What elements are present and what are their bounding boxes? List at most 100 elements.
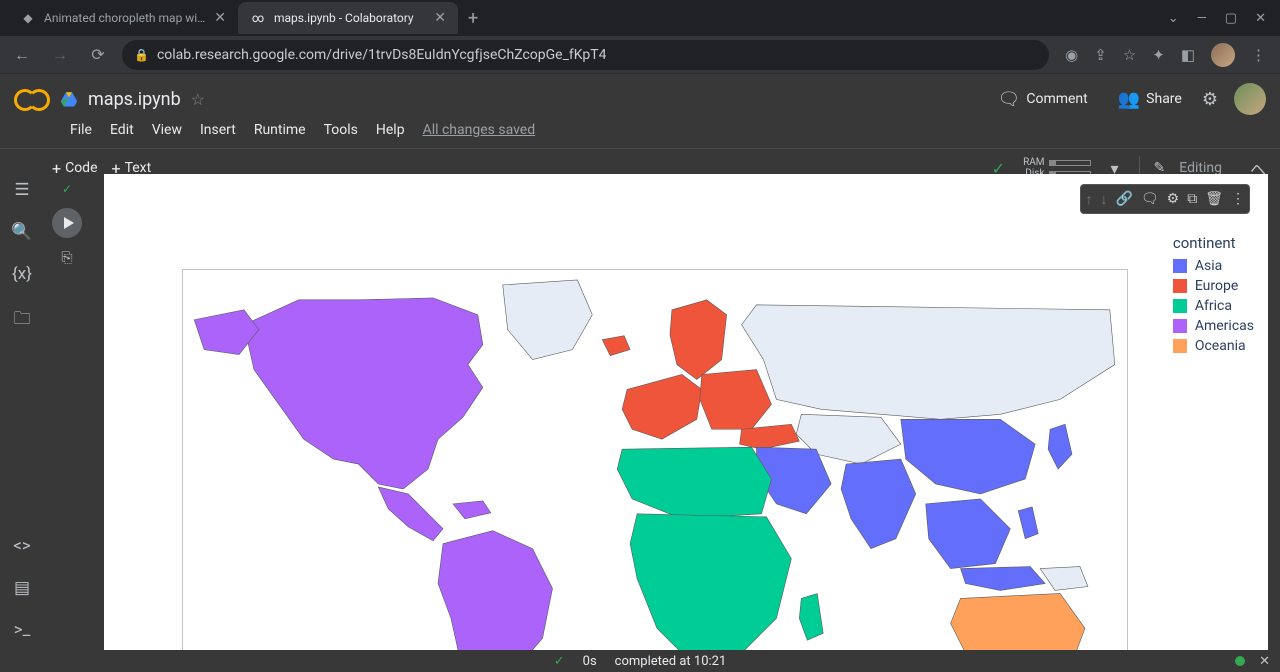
menu-edit[interactable]: Edit [110,122,134,138]
cell-status-check-icon: ✓ [62,182,72,196]
legend-label: Europe [1195,276,1238,296]
window-dropdown-icon[interactable]: ⌄ [1168,11,1179,26]
settings-gear-icon[interactable]: ⚙ [1202,89,1218,110]
account-avatar[interactable] [1234,83,1266,115]
close-status-icon[interactable]: ✕ [1259,654,1270,669]
legend-item-americas[interactable]: Americas [1173,316,1254,336]
cell-more-icon[interactable]: ⋮ [1231,191,1245,207]
legend-label: Africa [1195,296,1232,316]
delete-cell-icon[interactable]: 🗑 [1205,191,1223,207]
close-tab-icon[interactable]: ✕ [434,10,446,26]
menu-tools[interactable]: Tools [324,122,358,138]
window-controls: ⌄ — ▢ ✕ [1168,11,1280,26]
legend-swatch [1173,279,1187,293]
bookmark-star-icon[interactable]: ☆ [1123,46,1136,64]
share-label: Share [1146,91,1182,107]
browser-chrome: ◆ Animated choropleth map with d ✕ ∞ map… [0,0,1280,74]
cell-settings-icon[interactable]: ⚙ [1167,191,1180,207]
changes-saved[interactable]: All changes saved [423,122,536,138]
browser-tab-1[interactable]: ∞ maps.ipynb - Colaboratory ✕ [238,2,458,34]
region-australia [951,593,1085,650]
menubar: File Edit View Insert Runtime Tools Help… [14,118,1266,148]
legend-swatch [1173,259,1187,273]
close-tab-icon[interactable]: ✕ [214,10,226,26]
chart-legend: continent AsiaEuropeAfricaAmericasOceani… [1173,234,1254,356]
region-south-asia [841,459,916,549]
legend-swatch [1173,339,1187,353]
colab-header: maps.ipynb ☆ 🗨 Comment 👥 Share ⚙ File Ed… [0,74,1280,148]
legend-item-europe[interactable]: Europe [1173,276,1254,296]
legend-swatch [1173,299,1187,313]
legend-label: Americas [1195,316,1254,336]
cell-action-toolbar: ↑ ↓ 🔗 🗨 ⚙ ⧉ 🗑 ⋮ [1080,184,1250,214]
status-bar: ✓ 0s completed at 10:21 ✕ [0,650,1280,672]
choropleth-map[interactable] [182,269,1128,650]
omnibox[interactable]: 🔒 colab.research.google.com/drive/1trvDs… [122,40,1049,70]
world-map-svg [183,270,1127,650]
menu-file[interactable]: File [70,122,92,138]
url-text: colab.research.google.com/drive/1trvDs8E… [157,47,607,63]
files-icon[interactable]: 🗀 [14,306,31,335]
menu-insert[interactable]: Insert [200,122,236,138]
region-indonesia [961,567,1046,591]
move-cell-up-icon[interactable]: ↑ [1085,191,1092,208]
menu-runtime[interactable]: Runtime [254,122,306,138]
variables-icon[interactable]: {x} [12,264,32,284]
profile-avatar[interactable] [1211,43,1235,67]
google-lens-icon[interactable]: ◉ [1065,46,1078,64]
cell-comment-icon[interactable]: 🗨 [1141,191,1159,207]
tab-strip: ◆ Animated choropleth map with d ✕ ∞ map… [0,0,1280,36]
run-cell-button[interactable] [52,208,82,238]
chrome-menu-icon[interactable]: ⋮ [1251,46,1266,64]
region-north-america [244,298,483,489]
favicon-icon: ◆ [20,10,36,26]
back-button[interactable]: ← [8,45,36,65]
kernel-status-icon [1235,656,1245,666]
lock-icon: 🔒 [134,48,149,62]
comment-button[interactable]: 🗨 Comment [988,83,1098,116]
sidepanel-icon[interactable]: ◧ [1181,46,1195,64]
new-tab-button[interactable]: + [458,8,488,29]
menu-view[interactable]: View [152,122,182,138]
legend-swatch [1173,319,1187,333]
close-window-icon[interactable]: ✕ [1255,11,1266,26]
forward-button[interactable]: → [46,45,74,65]
move-cell-down-icon[interactable]: ↓ [1100,191,1107,208]
drive-icon [60,90,78,108]
notebook-area: ✓ ⎘ ↑ ↓ 🔗 🗨 ⚙ ⧉ 🗑 ⋮ continent AsiaEurope… [44,174,1280,650]
minimize-icon[interactable]: — [1197,11,1207,26]
star-document-icon[interactable]: ☆ [191,90,205,109]
status-duration: 0s [583,654,597,669]
browser-tab-0[interactable]: ◆ Animated choropleth map with d ✕ [8,2,238,34]
legend-item-oceania[interactable]: Oceania [1173,336,1254,356]
region-philippines [1018,507,1038,539]
clear-output-icon[interactable]: ⎘ [61,250,72,266]
share-icon: 👥 [1118,89,1140,110]
region-russia [742,305,1115,419]
share-button[interactable]: 👥 Share [1108,83,1192,116]
ram-label: RAM [1023,157,1044,168]
region-eastern-europe [700,370,772,430]
search-icon[interactable]: 🔍 [11,222,32,242]
legend-item-asia[interactable]: Asia [1173,256,1254,276]
status-completed: completed at 10:21 [615,654,727,669]
legend-label: Oceania [1195,336,1246,356]
menu-help[interactable]: Help [376,122,405,138]
region-japan [1048,424,1072,469]
region-central-america [378,487,443,541]
colab-logo-icon[interactable] [14,87,50,111]
toc-icon[interactable]: ☰ [14,180,29,200]
mirror-cell-icon[interactable]: ⧉ [1187,191,1197,207]
share-page-icon[interactable]: ⇪ [1094,46,1107,64]
region-madagascar [799,593,823,640]
reload-button[interactable]: ⟳ [84,45,112,64]
legend-item-africa[interactable]: Africa [1173,296,1254,316]
code-snippets-icon[interactable]: <> [13,536,31,556]
comment-icon: 🗨 [998,89,1021,110]
link-cell-icon[interactable]: 🔗 [1115,191,1132,207]
extensions-icon[interactable]: ✦ [1152,46,1165,64]
maximize-icon[interactable]: ▢ [1225,11,1237,26]
command-palette-icon[interactable]: ▤ [14,578,30,598]
document-title[interactable]: maps.ipynb [88,89,181,110]
terminal-icon[interactable]: >_ [14,620,31,640]
